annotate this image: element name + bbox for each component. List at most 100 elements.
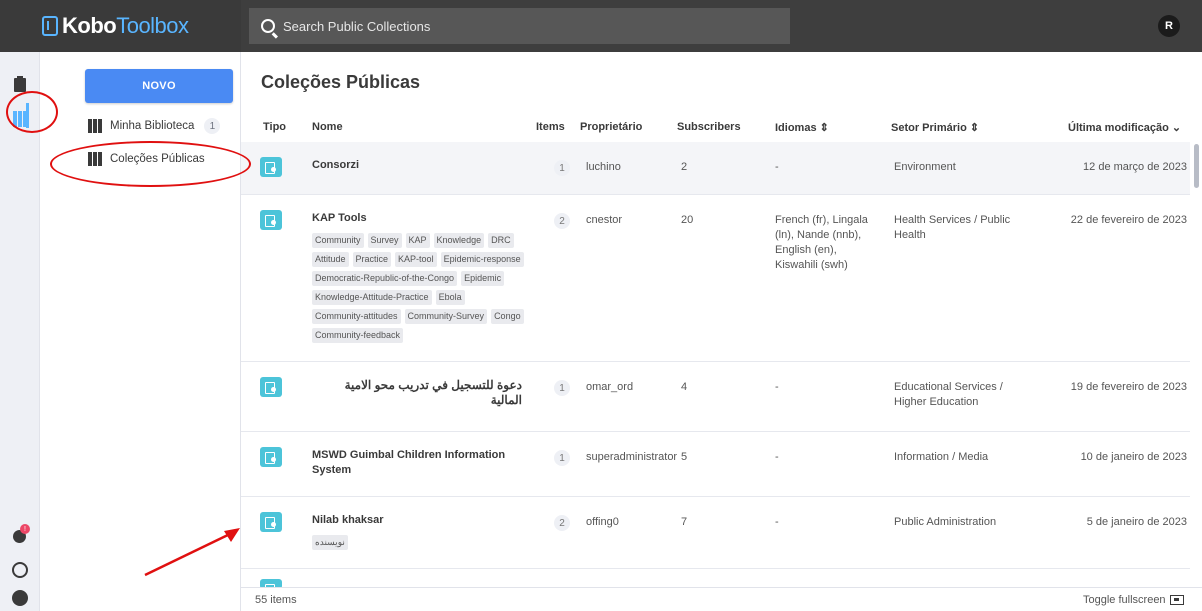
scrollbar-thumb[interactable] [1194,144,1199,188]
col-proprietario: Proprietário [580,121,643,133]
toggle-fullscreen-button[interactable]: Toggle fullscreen [1083,594,1184,606]
items-count: 1 [554,380,570,396]
github-icon[interactable] [12,590,28,606]
app-frame: KoboToolbox R ! NOVO Minha Biblioteca 1 … [0,0,1202,611]
tag-chip: Survey [367,233,402,248]
icon-rail: ! [0,52,40,611]
modified-date: 22 de fevereiro de 2023 [1070,214,1187,226]
tag-chip: Community-Survey [404,309,488,324]
owner: luchino [586,161,621,173]
sector: Educational Services / Higher Education [894,381,1003,408]
modified-date: 12 de março de 2023 [1083,161,1187,173]
fullscreen-icon [1169,595,1184,605]
sort-icon: ⇕ [819,122,829,134]
col-subscribers: Subscribers [677,121,741,133]
table-footer: 55 items Toggle fullscreen [241,587,1202,611]
col-modificacao-label: Última modificação [1068,122,1169,134]
sector: Environment [894,161,956,173]
top-bar: KoboToolbox R [0,0,1202,52]
languages: - [775,161,779,173]
table-row[interactable]: Consorzi 1 luchino 2 - Environment 12 de… [241,142,1190,194]
subscribers: 7 [681,516,688,528]
tag-list: نويسنده [312,535,542,550]
owner: superadministrator [586,451,678,463]
sector: Public Administration [894,516,997,528]
tag-chip: Democratic-Republic-of-the-Congo [312,271,458,286]
subscribers: 20 [681,214,694,226]
collection-type-icon [260,157,282,177]
help-icon[interactable]: ! [12,524,30,544]
table-row[interactable]: Nilab khaksar نويسنده 2 offing0 7 - Publ… [241,496,1190,568]
tag-chip: Attitude [312,252,349,267]
sidebar-item-public-collections[interactable]: Coleções Públicas [88,152,205,166]
languages: - [775,381,779,393]
owner: cnestor [586,214,623,226]
subscribers: 4 [681,381,688,393]
col-idiomas-label: Idiomas [775,122,817,134]
table-row[interactable]: دعوة للتسجيل في تدريب محو الامية المالية… [241,361,1190,431]
col-setor-sort[interactable]: Setor Primário ⇕ [891,121,979,134]
table-row[interactable] [241,568,1190,596]
collection-type-icon [260,210,282,230]
annotation-arrow-icon [144,528,240,577]
languages: - [775,451,779,463]
forms-clipboard-icon[interactable] [12,76,28,92]
collections-table: Consorzi 1 luchino 2 - Environment 12 de… [241,142,1190,596]
library-books-icon [88,119,104,133]
sidebar-item-label: Coleções Públicas [110,153,205,165]
owner: offing0 [586,516,619,528]
collection-name: دعوة للتسجيل في تدريب محو الامية المالية [344,378,522,407]
main-content: Coleções Públicas Tipo Nome Items Propri… [241,52,1202,611]
search-bar [249,8,790,44]
col-setor-label: Setor Primário [891,122,967,134]
collection-name: MSWD Guimbal Children Information System [312,449,506,476]
help-notification-badge: ! [20,524,30,534]
tag-chip: Congo [491,309,524,324]
subscribers: 2 [681,161,688,173]
col-modificacao-sort[interactable]: Última modificação ⌄ [1068,121,1181,134]
public-collections-icon [88,152,104,166]
tag-chip: Practice [352,252,392,267]
rail-active-indicator [26,103,29,128]
items-count: 2 [554,515,570,531]
owner: omar_ord [586,381,634,393]
search-icon [261,19,275,33]
table-row[interactable]: MSWD Guimbal Children Information System… [241,431,1190,496]
tag-chip: Community-attitudes [312,309,401,324]
tag-chip: Ebola [435,290,465,305]
search-input[interactable] [283,18,763,34]
modified-date: 10 de janeiro de 2023 [1080,451,1187,463]
sector: Information / Media [894,451,989,463]
kobo-logo-icon [42,16,58,36]
user-avatar[interactable]: R [1158,15,1180,37]
tag-chip: Knowledge-Attitude-Practice [312,290,432,305]
tag-chip: نويسنده [312,535,348,550]
col-idiomas-sort[interactable]: Idiomas ⇕ [775,121,829,134]
collection-type-icon [260,377,282,397]
items-count: 1 [554,450,570,466]
tag-chip: KAP-tool [395,252,437,267]
logo-kobo-text: Kobo [62,13,117,38]
kobotoolbox-logo[interactable]: Kobo Toolbox [0,0,241,52]
new-button[interactable]: NOVO [85,69,233,103]
tag-chip: Community-feedback [312,328,404,343]
col-tipo: Tipo [263,121,287,133]
collection-type-icon [260,447,282,467]
collection-name: Consorzi [312,159,360,171]
modified-date: 5 de janeiro de 2023 [1086,516,1187,528]
table-header: Tipo Nome Items Proprietário Subscribers… [241,114,1202,140]
language-icon[interactable] [12,562,28,578]
table-row[interactable]: KAP Tools Community Survey KAP Knowledge DRC… [241,194,1190,361]
collection-type-icon [260,512,282,532]
tag-list: Community Survey KAP Knowledge DRC Attitude Pr… [312,233,542,343]
items-count: 2 [554,213,570,229]
col-nome: Nome [312,121,343,133]
tag-chip: DRC [488,233,514,248]
col-items: Items [536,121,565,133]
sidebar-item-label: Minha Biblioteca [110,120,195,132]
languages: - [775,516,779,528]
tag-chip: Epidemic-response [440,252,524,267]
sidebar-item-my-library[interactable]: Minha Biblioteca 1 [88,118,221,134]
toggle-fullscreen-label: Toggle fullscreen [1083,594,1166,606]
tag-chip: Knowledge [433,233,485,248]
